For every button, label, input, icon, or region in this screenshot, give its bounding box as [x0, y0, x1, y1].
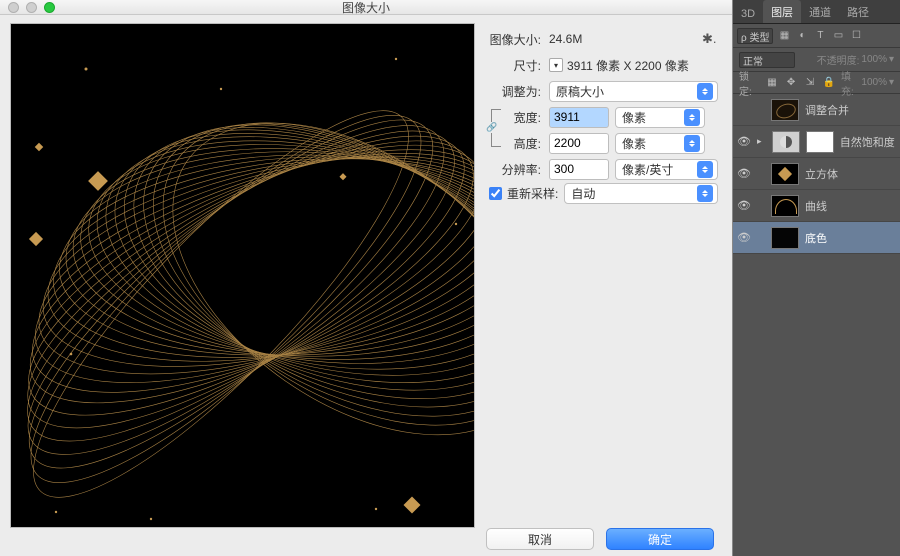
controls-pane: 图像大小: 24.6M ✱. 尺寸: ▾ 3911 像素 X 2200 像素 调…	[475, 23, 732, 528]
layer-row[interactable]: 调整合并	[733, 94, 900, 126]
width-input[interactable]	[549, 107, 609, 128]
layer-name: 调整合并	[805, 102, 849, 118]
dimensions-label: 尺寸:	[489, 57, 549, 74]
window-controls	[8, 2, 55, 13]
height-label: 高度:	[509, 135, 549, 152]
dimensions-unit-popup[interactable]: ▾	[549, 58, 563, 72]
fit-to-label: 调整为:	[489, 83, 549, 100]
visibility-toggle[interactable]: 👁	[737, 167, 751, 180]
tab-channels[interactable]: 通道	[801, 0, 839, 23]
opacity-value: 100%	[861, 54, 887, 65]
filter-smart-icon[interactable]: ☐	[849, 29, 863, 43]
visibility-toggle[interactable]: 👁	[737, 231, 751, 244]
width-unit-select[interactable]: 像素	[615, 107, 705, 128]
layer-thumb[interactable]	[771, 195, 799, 217]
dimensions-value: 3911 像素 X 2200 像素	[567, 57, 689, 74]
image-preview	[10, 23, 475, 528]
fill-value: 100%	[861, 77, 887, 88]
disclosure-icon[interactable]: ▸	[757, 136, 766, 147]
dialog-footer: 取消 确定	[0, 528, 732, 556]
constrain-link[interactable]: 🔗	[489, 105, 509, 151]
layer-row[interactable]: 👁 曲线	[733, 190, 900, 222]
lock-artboard-icon[interactable]: ⇲	[803, 76, 817, 90]
layer-thumb[interactable]	[771, 99, 799, 121]
layers-list: 调整合并 👁 ▸ 自然饱和度 1 👁 立方体 👁 曲线 👁 底色	[733, 94, 900, 556]
link-icon: 🔗	[485, 122, 498, 133]
chevron-updown-icon	[697, 161, 713, 178]
lock-row: 锁定: ▦ ✥ ⇲ 🔒 填充: 100% ▾	[733, 72, 900, 94]
layer-mask-thumb[interactable]	[806, 131, 834, 153]
dialog-title: 图像大小	[342, 0, 390, 16]
image-size-value: 24.6M	[549, 32, 582, 46]
height-unit-value: 像素	[622, 135, 646, 152]
fit-to-select[interactable]: 原稿大小	[549, 81, 718, 102]
filter-shape-icon[interactable]: ▭	[831, 29, 845, 43]
tab-paths[interactable]: 路径	[839, 0, 877, 23]
tab-layers[interactable]: 图层	[763, 0, 801, 23]
image-size-label: 图像大小:	[489, 31, 549, 48]
blend-mode-select[interactable]: 正常	[739, 52, 795, 68]
image-size-dialog: 图像大小	[0, 0, 733, 556]
zoom-window-icon[interactable]	[44, 2, 55, 13]
resample-checkbox[interactable]	[489, 187, 502, 200]
lock-label: 锁定:	[739, 68, 760, 98]
cancel-button[interactable]: 取消	[486, 528, 594, 550]
panel-tabs: 3D 图层 通道 路径	[733, 0, 900, 24]
fill-label: 填充:	[841, 68, 859, 98]
opacity-label: 不透明度:	[817, 52, 860, 67]
layer-thumb[interactable]	[771, 227, 799, 249]
layer-row[interactable]: 👁 立方体	[733, 158, 900, 190]
minimize-window-icon[interactable]	[26, 2, 37, 13]
layer-name: 立方体	[805, 166, 838, 182]
layer-thumb[interactable]	[771, 163, 799, 185]
filter-kind-select[interactable]: ρ 类型	[737, 28, 773, 44]
tab-3d[interactable]: 3D	[733, 4, 763, 23]
resolution-input[interactable]	[549, 159, 609, 180]
close-window-icon[interactable]	[8, 2, 19, 13]
chevron-updown-icon	[684, 135, 700, 152]
layer-name: 自然饱和度 1	[840, 134, 896, 150]
chevron-updown-icon	[697, 185, 713, 202]
resolution-unit-value: 像素/英寸	[622, 161, 673, 178]
chevron-down-icon[interactable]: ▾	[889, 54, 894, 65]
resample-label: 重新采样:	[507, 185, 558, 202]
lock-pixels-icon[interactable]: ▦	[765, 76, 779, 90]
filter-pixel-icon[interactable]: ▦	[777, 29, 791, 43]
ok-button[interactable]: 确定	[606, 528, 714, 550]
layer-name: 底色	[805, 230, 827, 246]
visibility-toggle[interactable]: 👁	[737, 135, 751, 148]
resample-select[interactable]: 自动	[564, 183, 718, 204]
visibility-toggle[interactable]: 👁	[737, 199, 751, 212]
chevron-down-icon[interactable]: ▾	[889, 77, 894, 88]
chevron-updown-icon	[697, 83, 713, 100]
titlebar: 图像大小	[0, 0, 732, 15]
resolution-label: 分辨率:	[489, 161, 549, 178]
fit-to-value: 原稿大小	[556, 83, 604, 100]
filter-type-icon[interactable]: T	[813, 29, 827, 43]
width-unit-value: 像素	[622, 109, 646, 126]
gear-icon[interactable]: ✱.	[702, 31, 718, 47]
panels-sidebar: 3D 图层 通道 路径 ρ 类型 ▦ ◐ T ▭ ☐ 正常 不透明度: 100%…	[733, 0, 900, 556]
height-input[interactable]	[549, 133, 609, 154]
layer-row[interactable]: 👁 底色	[733, 222, 900, 254]
layer-name: 曲线	[805, 198, 827, 214]
resample-value: 自动	[571, 185, 595, 202]
filter-adjust-icon[interactable]: ◐	[795, 29, 809, 43]
lock-all-icon[interactable]: 🔒	[822, 76, 836, 90]
lock-position-icon[interactable]: ✥	[784, 76, 798, 90]
width-label: 宽度:	[509, 109, 549, 126]
layer-row[interactable]: 👁 ▸ 自然饱和度 1	[733, 126, 900, 158]
chevron-updown-icon	[684, 109, 700, 126]
layer-filter-bar: ρ 类型 ▦ ◐ T ▭ ☐	[733, 24, 900, 48]
resolution-unit-select[interactable]: 像素/英寸	[615, 159, 718, 180]
height-unit-select[interactable]: 像素	[615, 133, 705, 154]
layer-thumb[interactable]	[772, 131, 800, 153]
